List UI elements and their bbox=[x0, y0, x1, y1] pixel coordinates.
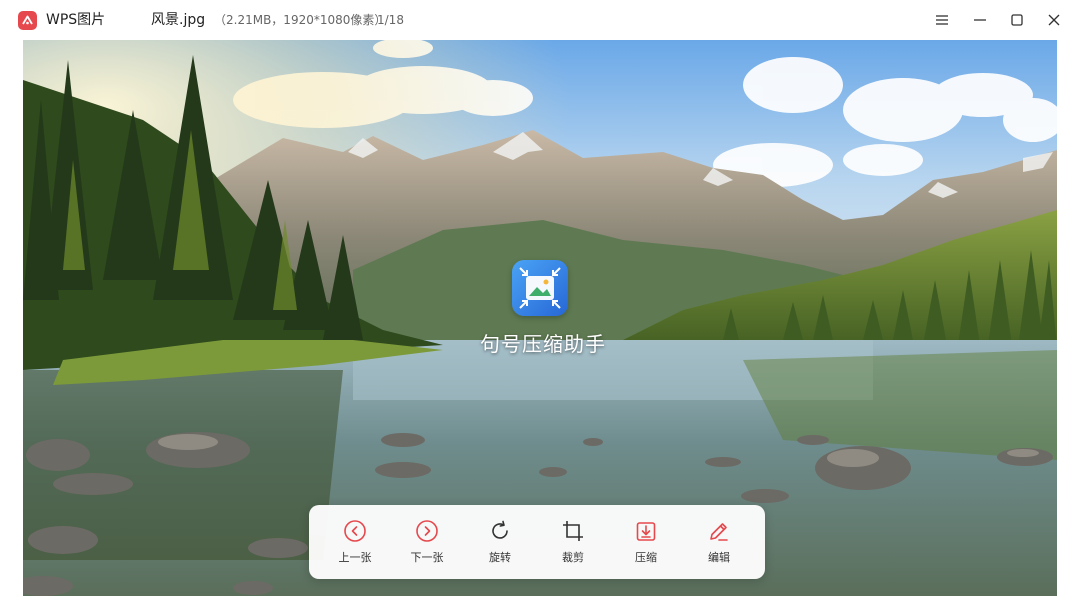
crop-button[interactable]: 裁剪 bbox=[541, 505, 605, 579]
close-button[interactable] bbox=[1044, 10, 1064, 30]
wps-logo-icon bbox=[18, 11, 37, 30]
image-compress-icon bbox=[512, 260, 568, 316]
compress-button[interactable]: 压缩 bbox=[614, 505, 678, 579]
maximize-icon bbox=[1011, 14, 1023, 26]
edit-label: 编辑 bbox=[708, 551, 730, 564]
image-viewer-window: WPS图片 风景.jpg （2.21MB，1920*1080像素） 1/18 句… bbox=[0, 0, 1080, 608]
next-image-button[interactable]: 下一张 bbox=[395, 505, 459, 579]
file-index: 1/18 bbox=[377, 13, 404, 27]
crop-label: 裁剪 bbox=[562, 551, 584, 564]
watermark-text: 句号压缩助手 bbox=[480, 332, 606, 356]
maximize-button[interactable] bbox=[1007, 10, 1027, 30]
chevron-left-circle-icon bbox=[344, 520, 366, 542]
menu-button[interactable] bbox=[932, 10, 952, 30]
rotate-icon bbox=[492, 520, 508, 539]
edit-button[interactable]: 编辑 bbox=[687, 505, 751, 579]
chevron-right-circle-icon bbox=[416, 520, 438, 542]
app-name: WPS图片 bbox=[46, 12, 106, 28]
viewer-toolbar: 上一张 下一张 旋转 裁剪 压缩 编辑 bbox=[309, 505, 765, 579]
menu-icon bbox=[936, 15, 948, 25]
prev-image-label: 上一张 bbox=[338, 551, 372, 564]
minimize-button[interactable] bbox=[970, 10, 990, 30]
prev-image-button[interactable]: 上一张 bbox=[323, 505, 387, 579]
crop-icon bbox=[563, 521, 583, 541]
rotate-button[interactable]: 旋转 bbox=[468, 505, 532, 579]
pencil-icon bbox=[710, 523, 728, 541]
next-image-label: 下一张 bbox=[410, 551, 444, 564]
title-bar[interactable]: WPS图片 风景.jpg （2.21MB，1920*1080像素） 1/18 bbox=[0, 0, 1080, 40]
compress-label: 压缩 bbox=[635, 551, 657, 564]
minimize-icon bbox=[974, 19, 986, 21]
compress-icon bbox=[636, 522, 656, 541]
close-icon bbox=[1048, 14, 1060, 26]
file-info: （2.21MB，1920*1080像素） bbox=[214, 13, 387, 27]
file-name: 风景.jpg bbox=[151, 12, 206, 28]
rotate-label: 旋转 bbox=[489, 551, 511, 564]
